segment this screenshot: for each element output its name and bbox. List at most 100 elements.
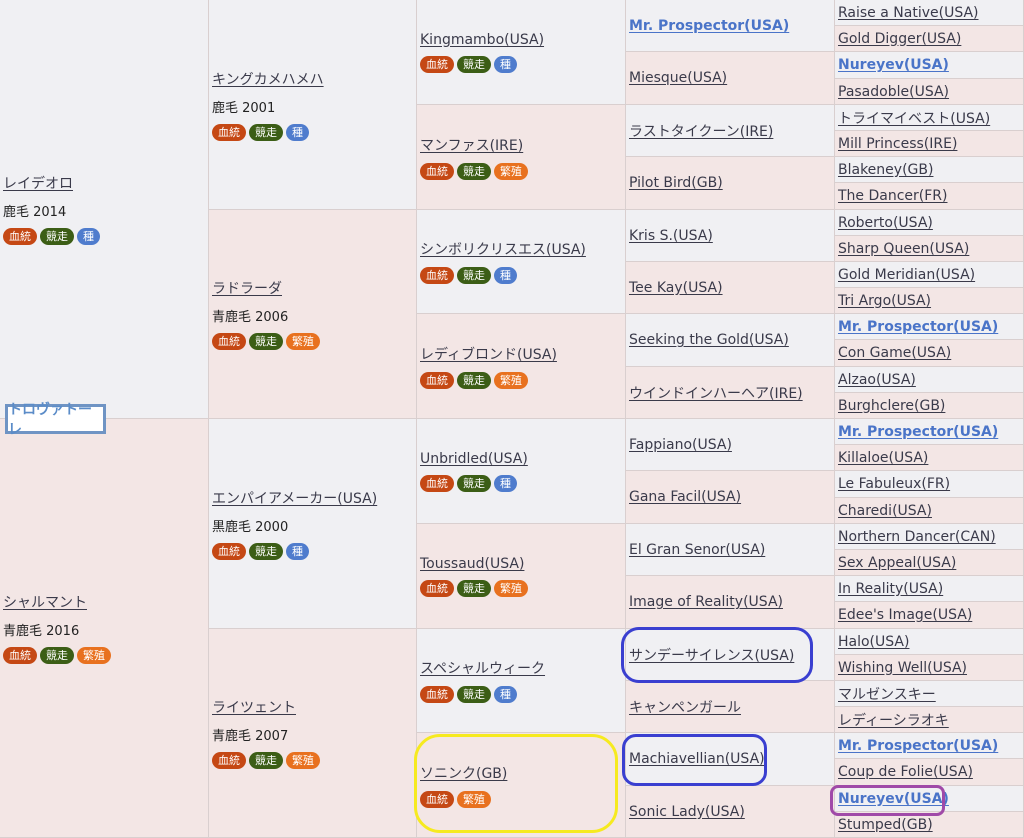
- horse-name-link[interactable]: トライマイベスト(USA): [838, 108, 1023, 128]
- horse-name-link[interactable]: ウインドインハーヘア(IRE): [629, 383, 834, 403]
- badge-race[interactable]: 競走: [249, 542, 283, 560]
- horse-name-link[interactable]: Wishing Well(USA): [838, 660, 1023, 676]
- horse-name-link[interactable]: Sonic Lady(USA): [629, 804, 834, 820]
- badge-stud[interactable]: 種: [77, 228, 100, 245]
- horse-name-link[interactable]: Mill Princess(IRE): [838, 136, 1023, 152]
- horse-name-link[interactable]: Killaloe(USA): [838, 450, 1023, 466]
- badge-race[interactable]: 競走: [40, 228, 74, 245]
- badge-blood[interactable]: 血統: [420, 790, 454, 808]
- horse-name-link[interactable]: Miesque(USA): [629, 70, 834, 86]
- horse-name-link[interactable]: ラストタイクーン(IRE): [629, 121, 834, 141]
- horse-name-link[interactable]: Mr. Prospector(USA): [838, 424, 1023, 440]
- horse-name-link[interactable]: マルゼンスキー: [838, 684, 1023, 704]
- horse-name-link[interactable]: レディブロンド(USA): [420, 344, 625, 364]
- badge-race[interactable]: 競走: [457, 267, 491, 284]
- horse-name-link[interactable]: ラドラーダ: [212, 278, 416, 298]
- horse-name-link[interactable]: Nureyev(USA): [838, 57, 1023, 73]
- badge-stud[interactable]: 種: [494, 55, 517, 73]
- badge-blood[interactable]: 血統: [420, 686, 454, 703]
- horse-name-link[interactable]: レディーシラオキ: [838, 710, 1023, 730]
- horse-name-link[interactable]: シャルマント: [3, 592, 208, 612]
- badge-race[interactable]: 競走: [40, 647, 74, 664]
- horse-name-link[interactable]: Le Fabuleux(FR): [838, 476, 1023, 492]
- horse-name-link[interactable]: El Gran Senor(USA): [629, 542, 834, 558]
- badge-breed[interactable]: 繁殖: [494, 579, 528, 597]
- horse-name-link[interactable]: Mr. Prospector(USA): [838, 738, 1023, 754]
- badge-blood[interactable]: 血統: [420, 267, 454, 284]
- horse-name-link[interactable]: The Dancer(FR): [838, 188, 1023, 204]
- horse-name-link[interactable]: ソニンク(GB): [420, 763, 625, 783]
- badge-race[interactable]: 競走: [457, 686, 491, 703]
- horse-name-link[interactable]: Gold Meridian(USA): [838, 267, 1023, 283]
- badge-stud[interactable]: 種: [494, 267, 517, 284]
- horse-name-link[interactable]: Image of Reality(USA): [629, 594, 834, 610]
- badge-race[interactable]: 競走: [249, 752, 283, 769]
- horse-name-link[interactable]: Burghclere(GB): [838, 398, 1023, 414]
- horse-name-link[interactable]: Pilot Bird(GB): [629, 175, 834, 191]
- badge-race[interactable]: 競走: [457, 55, 491, 73]
- horse-name-link[interactable]: Tri Argo(USA): [838, 293, 1023, 309]
- badge-blood[interactable]: 血統: [212, 123, 246, 141]
- horse-name-link[interactable]: Mr. Prospector(USA): [838, 319, 1023, 335]
- badge-blood[interactable]: 血統: [420, 474, 454, 492]
- horse-name-link[interactable]: Gana Facil(USA): [629, 489, 834, 505]
- horse-name-link[interactable]: Alzao(USA): [838, 372, 1023, 388]
- horse-name-link[interactable]: Seeking the Gold(USA): [629, 332, 834, 348]
- horse-name-link[interactable]: シンボリクリスエス(USA): [420, 239, 625, 259]
- horse-name-link[interactable]: ライツェント: [212, 697, 416, 717]
- horse-name-link[interactable]: Nureyev(USA): [838, 791, 1023, 807]
- badge-breed[interactable]: 繁殖: [457, 790, 491, 808]
- horse-name-link[interactable]: Mr. Prospector(USA): [629, 18, 834, 34]
- badge-blood[interactable]: 血統: [420, 371, 454, 389]
- horse-name-link[interactable]: Charedi(USA): [838, 503, 1023, 519]
- horse-name-link[interactable]: Northern Dancer(CAN): [838, 529, 1023, 545]
- badge-blood[interactable]: 血統: [3, 228, 37, 245]
- badge-breed[interactable]: 繁殖: [286, 752, 320, 769]
- badge-breed[interactable]: 繁殖: [494, 162, 528, 180]
- badge-race[interactable]: 競走: [457, 371, 491, 389]
- badge-blood[interactable]: 血統: [212, 752, 246, 769]
- badge-blood[interactable]: 血統: [212, 542, 246, 560]
- horse-name-link[interactable]: レイデオロ: [3, 173, 208, 193]
- horse-name-link[interactable]: Sex Appeal(USA): [838, 555, 1023, 571]
- horse-name-link[interactable]: Stumped(GB): [838, 817, 1023, 833]
- horse-name-link[interactable]: Edee's Image(USA): [838, 607, 1023, 623]
- horse-name-link[interactable]: Halo(USA): [838, 634, 1023, 650]
- horse-name-link[interactable]: Roberto(USA): [838, 215, 1023, 231]
- badge-blood[interactable]: 血統: [420, 55, 454, 73]
- horse-name-link[interactable]: Kingmambo(USA): [420, 32, 625, 48]
- badge-stud[interactable]: 種: [286, 542, 309, 560]
- horse-name-link[interactable]: サンデーサイレンス(USA): [629, 645, 834, 665]
- horse-name-link[interactable]: Sharp Queen(USA): [838, 241, 1023, 257]
- badge-stud[interactable]: 種: [494, 474, 517, 492]
- horse-name-link[interactable]: Tee Kay(USA): [629, 280, 834, 296]
- horse-name-link[interactable]: Unbridled(USA): [420, 451, 625, 467]
- badge-blood[interactable]: 血統: [212, 333, 246, 350]
- horse-name-link[interactable]: Kris S.(USA): [629, 228, 834, 244]
- horse-name-link[interactable]: エンパイアメーカー(USA): [212, 488, 416, 508]
- badge-race[interactable]: 競走: [457, 579, 491, 597]
- horse-name-link[interactable]: マンファス(IRE): [420, 135, 625, 155]
- badge-blood[interactable]: 血統: [420, 579, 454, 597]
- badge-blood[interactable]: 血統: [3, 647, 37, 664]
- badge-blood[interactable]: 血統: [420, 162, 454, 180]
- badge-stud[interactable]: 種: [494, 686, 517, 703]
- badge-breed[interactable]: 繁殖: [77, 647, 111, 664]
- horse-name-link[interactable]: Gold Digger(USA): [838, 31, 1023, 47]
- horse-name-link[interactable]: キャンペンガール: [629, 697, 834, 717]
- horse-name-link[interactable]: Blakeney(GB): [838, 162, 1023, 178]
- horse-name-link[interactable]: Raise a Native(USA): [838, 5, 1023, 21]
- badge-breed[interactable]: 繁殖: [286, 333, 320, 350]
- horse-name-link[interactable]: Fappiano(USA): [629, 437, 834, 453]
- badge-race[interactable]: 競走: [249, 333, 283, 350]
- badge-breed[interactable]: 繁殖: [494, 371, 528, 389]
- badge-stud[interactable]: 種: [286, 123, 309, 141]
- badge-race[interactable]: 競走: [457, 474, 491, 492]
- badge-race[interactable]: 競走: [457, 162, 491, 180]
- horse-name-link[interactable]: Toussaud(USA): [420, 556, 625, 572]
- horse-name-link[interactable]: Coup de Folie(USA): [838, 764, 1023, 780]
- horse-name-link[interactable]: Machiavellian(USA): [629, 751, 834, 767]
- horse-name-link[interactable]: キングカメハメハ: [212, 69, 416, 89]
- horse-name-link[interactable]: スペシャルウィーク: [420, 658, 625, 678]
- horse-name-link[interactable]: In Reality(USA): [838, 581, 1023, 597]
